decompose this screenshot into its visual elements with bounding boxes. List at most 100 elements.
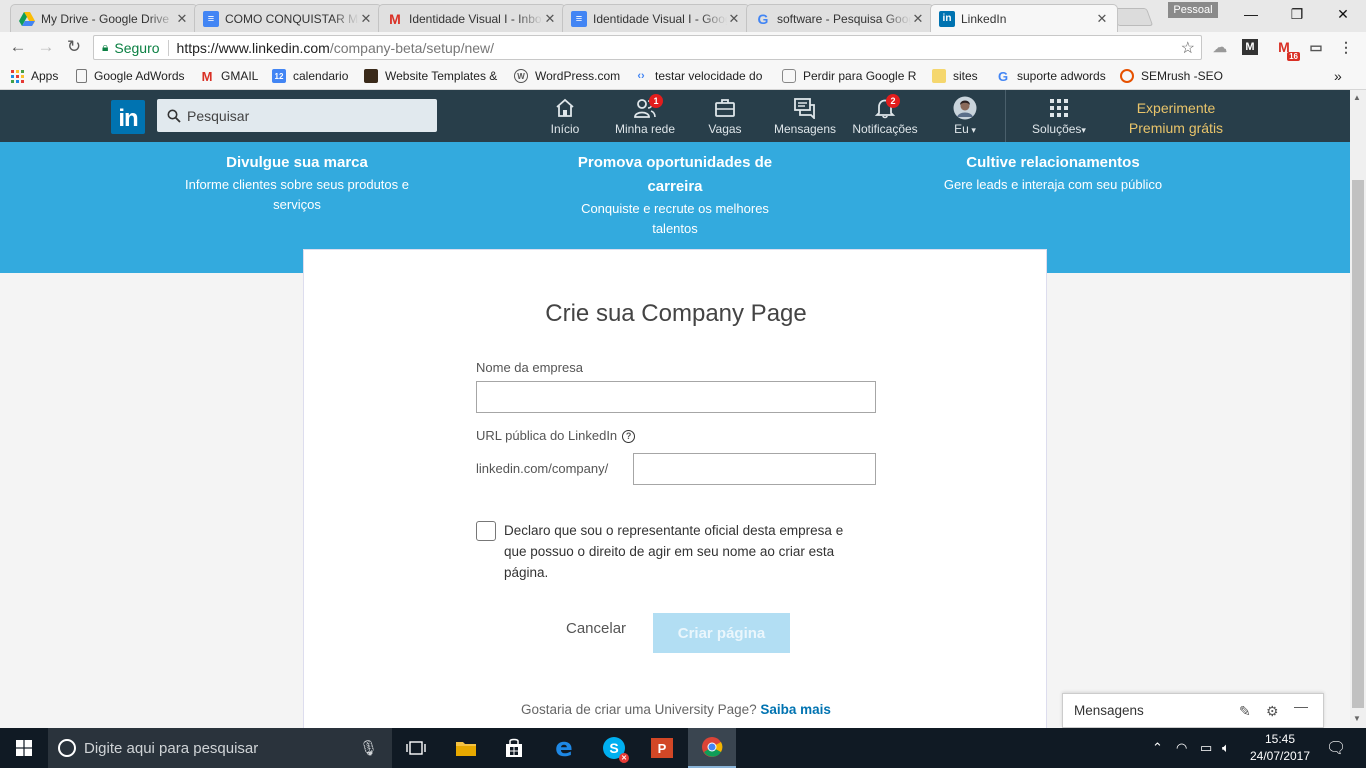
gmail-extension-icon[interactable]: M 16 xyxy=(1274,37,1300,61)
task-view-icon[interactable] xyxy=(392,728,440,768)
file-explorer-icon[interactable] xyxy=(442,728,490,768)
nav-vagas[interactable]: Vagas xyxy=(700,96,750,140)
gmail-count-badge: 16 xyxy=(1287,52,1300,61)
scroll-up-icon[interactable]: ▲ xyxy=(1353,93,1361,102)
close-tab-icon[interactable]: ✕ xyxy=(175,11,189,27)
calendar-icon: 12 xyxy=(272,69,286,83)
taskbar-search[interactable]: Digite aqui para pesquisar 🎙︎ xyxy=(48,728,392,768)
address-bar[interactable]: 🔒︎ Seguro https://www.linkedin.com/compa… xyxy=(93,35,1202,60)
wifi-icon[interactable]: ◠ xyxy=(1176,740,1187,756)
scroll-thumb[interactable] xyxy=(1352,180,1364,708)
nav-solucoes[interactable]: Soluções▾ xyxy=(1026,96,1092,140)
home-icon xyxy=(554,96,576,120)
bookmark-website-templates[interactable]: Website Templates & xyxy=(364,67,497,85)
edge-icon[interactable]: e xyxy=(540,728,588,768)
tab-title: software - Pesquisa Google xyxy=(777,11,911,26)
browser-toolbar: ← → ↻ 🔒︎ Seguro https://www.linkedin.com… xyxy=(0,32,1366,62)
google-icon: G xyxy=(997,68,1009,84)
volume-icon[interactable]: 🔈︎ xyxy=(1222,740,1230,756)
tray-expand-icon[interactable]: ⌃ xyxy=(1152,740,1163,756)
cancel-button[interactable]: Cancelar xyxy=(566,620,626,637)
caret-down-icon: ▾ xyxy=(1081,125,1086,135)
battery-icon[interactable]: ▭ xyxy=(1200,740,1212,756)
close-tab-icon[interactable]: ✕ xyxy=(543,11,557,27)
more-bookmarks-icon[interactable]: » xyxy=(1334,67,1342,85)
compose-icon[interactable]: ✎ xyxy=(1239,703,1251,720)
nav-notificacoes[interactable]: 2 Notificações xyxy=(850,94,920,140)
action-center-icon[interactable]: 🗨︎ xyxy=(1326,738,1346,758)
store-icon[interactable] xyxy=(490,728,538,768)
tab-google-drive[interactable]: My Drive - Google Drive ✕ xyxy=(10,4,198,32)
messaging-widget[interactable]: Mensagens ✎ ⚙ — xyxy=(1062,693,1324,728)
premium-link[interactable]: Experimente Premium grátis xyxy=(1112,98,1240,138)
bookmark-perdir-google[interactable]: Perdir para Google R xyxy=(782,67,916,85)
chrome-icon[interactable] xyxy=(688,728,736,768)
nav-minha-rede[interactable]: 1 Minha rede xyxy=(610,94,680,140)
search-input[interactable] xyxy=(187,107,427,124)
bookmark-testar-velocidade[interactable]: ‹› testar velocidade do xyxy=(634,67,762,85)
company-name-input[interactable] xyxy=(476,381,876,413)
nav-solucoes-label: Soluções xyxy=(1032,122,1082,136)
linkedin-search[interactable] xyxy=(157,99,437,132)
notification-badge: 2 xyxy=(886,94,900,108)
bookmark-star-icon[interactable]: ☆ xyxy=(1181,38,1195,58)
mailtrack-extension-icon[interactable]: M xyxy=(1242,39,1258,55)
close-window-icon[interactable]: ✕ xyxy=(1320,0,1366,28)
tab-google-doc-2[interactable]: ≡ Identidade Visual I - Google ✕ xyxy=(562,4,750,32)
drive-extension-icon[interactable]: ☁ xyxy=(1210,37,1230,57)
close-tab-icon[interactable]: ✕ xyxy=(1095,11,1109,27)
declaration-checkbox[interactable] xyxy=(476,521,496,541)
bookmark-gmail[interactable]: M GMAIL xyxy=(200,67,259,85)
cortana-icon xyxy=(58,739,76,757)
back-icon[interactable]: ← xyxy=(8,37,28,57)
page-title: Crie sua Company Page xyxy=(545,300,807,327)
folder-icon xyxy=(932,69,946,83)
nav-mensagens[interactable]: Mensagens xyxy=(772,96,838,140)
bookmark-semrush[interactable]: SEMrush -SEO xyxy=(1120,67,1223,85)
bookmark-google-adwords[interactable]: Google AdWords xyxy=(76,67,185,85)
bookmark-wordpress[interactable]: W WordPress.com xyxy=(514,67,620,85)
help-icon[interactable]: ? xyxy=(622,429,636,443)
microphone-icon[interactable]: 🎙︎ xyxy=(359,739,378,757)
menu-icon[interactable]: ⋮ xyxy=(1336,37,1356,57)
scroll-down-icon[interactable]: ▼ xyxy=(1353,714,1361,723)
minimize-widget-icon[interactable]: — xyxy=(1294,698,1308,714)
url-input[interactable] xyxy=(633,453,876,485)
tab-google-doc-1[interactable]: ≡ COMO CONQUISTAR MAIS ✕ xyxy=(194,4,382,32)
bookmark-suporte-adwords[interactable]: G suporte adwords xyxy=(996,67,1106,85)
restore-icon[interactable]: ❐ xyxy=(1274,0,1320,28)
minimize-icon[interactable]: — xyxy=(1228,0,1274,28)
forward-icon[interactable]: → xyxy=(36,37,56,57)
close-tab-icon[interactable]: ✕ xyxy=(359,11,373,27)
cast-icon[interactable]: ▭ xyxy=(1306,37,1326,57)
gmail-icon: M xyxy=(389,10,401,27)
taskbar-clock[interactable]: 15:45 24/07/2017 xyxy=(1248,731,1312,765)
bookmarks-bar: Apps Google AdWords M GMAIL 12 calendari… xyxy=(0,62,1366,90)
bookmark-label: SEMrush -SEO xyxy=(1141,69,1224,83)
close-tab-icon[interactable]: ✕ xyxy=(727,11,741,27)
settings-icon[interactable]: ⚙ xyxy=(1266,703,1279,720)
bookmark-label: Google AdWords xyxy=(94,69,185,83)
nav-inicio[interactable]: Início xyxy=(540,96,590,140)
tab-gmail[interactable]: M Identidade Visual I - Inbox ✕ xyxy=(378,4,566,32)
bookmark-label: calendario xyxy=(293,69,349,83)
bookmark-apps[interactable]: Apps xyxy=(10,67,58,85)
profile-button[interactable]: Pessoal xyxy=(1168,2,1218,18)
bookmark-sites[interactable]: sites xyxy=(932,67,978,85)
bookmark-calendario[interactable]: 12 calendario xyxy=(272,67,348,85)
nav-eu[interactable]: Eu ▾ xyxy=(946,96,984,140)
create-page-button[interactable]: Criar página xyxy=(653,613,790,653)
page-scrollbar[interactable]: ▲ ▼ xyxy=(1350,90,1366,728)
start-button[interactable] xyxy=(0,728,48,768)
linkedin-logo[interactable]: in xyxy=(111,100,145,134)
learn-more-link[interactable]: Saiba mais xyxy=(760,702,831,717)
close-tab-icon[interactable]: ✕ xyxy=(911,11,925,27)
tab-linkedin[interactable]: in LinkedIn ✕ xyxy=(930,4,1118,32)
reload-icon[interactable]: ↻ xyxy=(64,37,84,57)
bell-icon: 2 xyxy=(874,94,900,120)
url-path: /company-beta/setup/new/ xyxy=(329,39,495,56)
google-docs-icon: ≡ xyxy=(203,10,219,27)
skype-icon[interactable]: S ✕ xyxy=(590,728,638,768)
tab-google-search[interactable]: G software - Pesquisa Google ✕ xyxy=(746,4,934,32)
powerpoint-icon[interactable]: P xyxy=(638,728,686,768)
